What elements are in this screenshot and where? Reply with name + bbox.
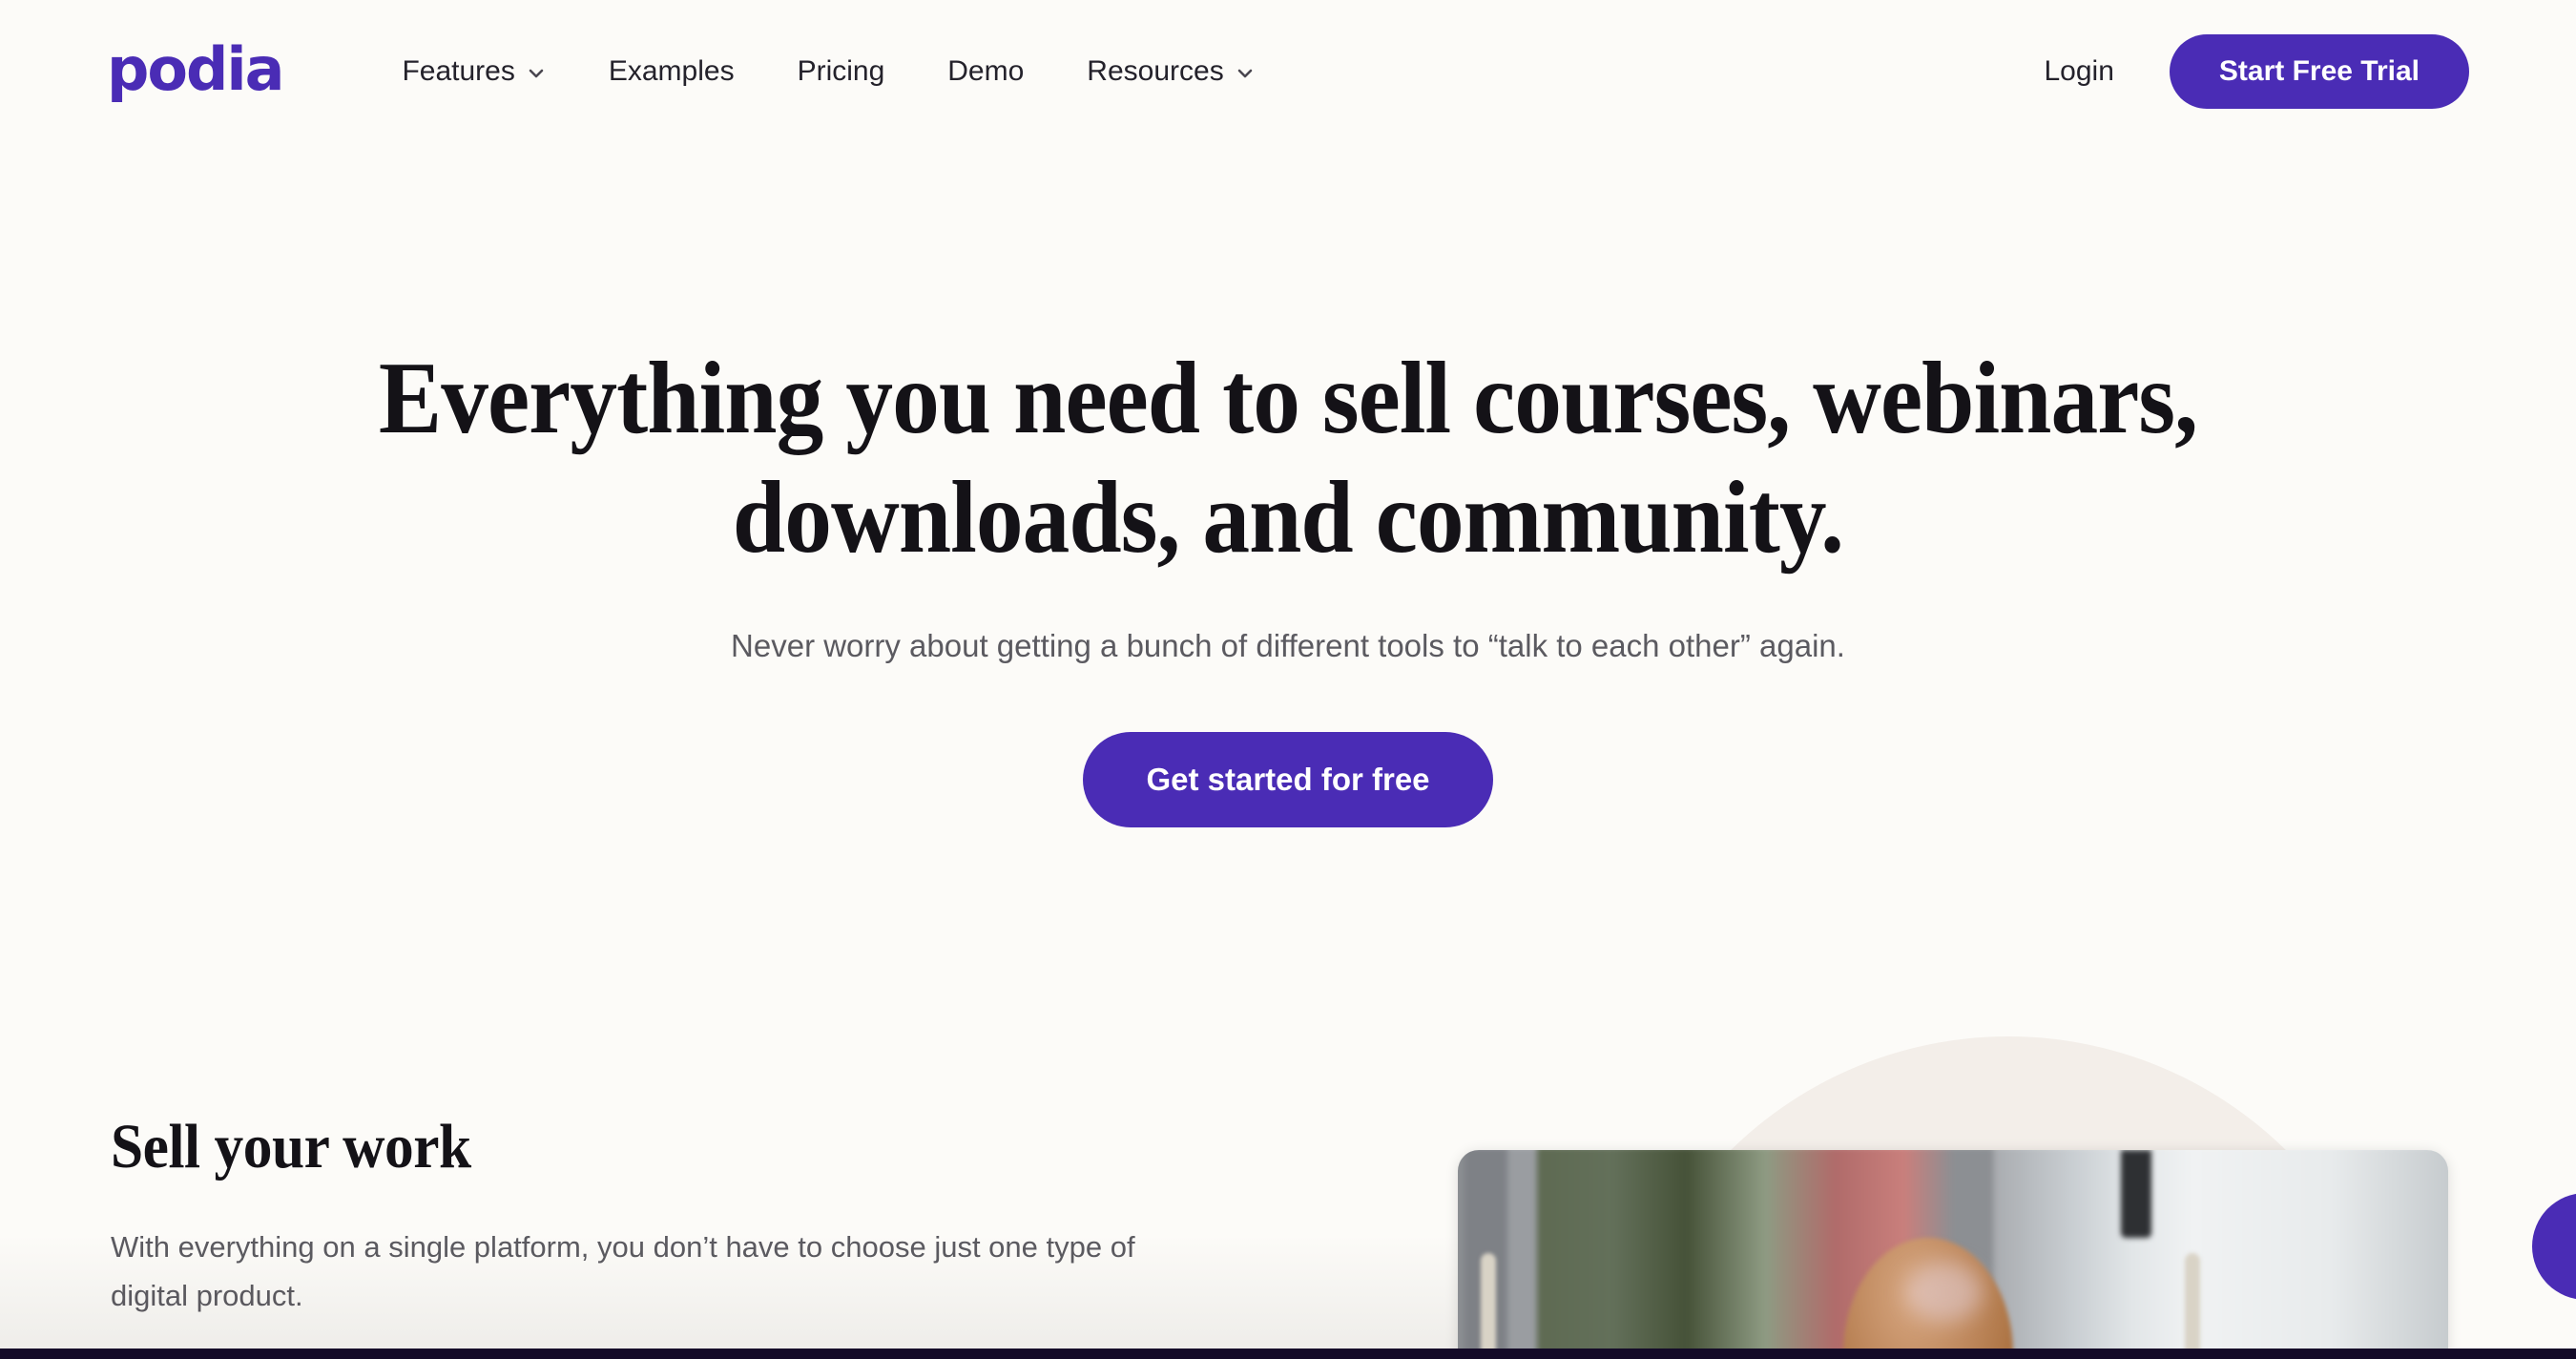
chevron-down-icon: [527, 64, 546, 83]
nav-item-label: Pricing: [797, 55, 885, 87]
window-frame-detail: [2121, 1150, 2151, 1238]
sell-your-work-copy: Sell your work With everything on a sing…: [111, 1112, 1246, 1321]
person-head-highlight: [1906, 1263, 1983, 1322]
login-link[interactable]: Login: [2016, 55, 2143, 88]
nav-item-label: Features: [402, 55, 515, 87]
get-started-for-free-button[interactable]: Get started for free: [1083, 732, 1493, 828]
nav-item-resources[interactable]: Resources: [1055, 55, 1285, 88]
page-bottom-bar: [0, 1349, 2576, 1359]
door-handle-left: [1481, 1253, 1496, 1358]
hero-subtitle: Never worry about getting a bunch of dif…: [731, 627, 1845, 663]
nav-item-demo[interactable]: Demo: [916, 55, 1055, 88]
sell-your-work-image-card: [1458, 1150, 2448, 1359]
nav-item-features[interactable]: Features: [370, 55, 576, 88]
podia-logo[interactable]: podia: [107, 40, 284, 99]
hero-title-line-2: downloads, and community.: [732, 461, 1844, 575]
sell-your-work-body: With everything on a single platform, yo…: [111, 1229, 1135, 1313]
page-title: Everything you need to sell courses, web…: [322, 339, 2254, 578]
chevron-down-icon: [1236, 64, 1255, 83]
start-free-trial-button[interactable]: Start Free Trial: [2169, 34, 2469, 109]
hero-title-line-1: Everything you need to sell courses, web…: [378, 342, 2198, 455]
nav-item-label: Resources: [1087, 55, 1224, 87]
nav-item-label: Demo: [947, 55, 1025, 87]
nav-item-examples[interactable]: Examples: [577, 55, 766, 88]
nav-item-pricing[interactable]: Pricing: [766, 55, 917, 88]
nav-item-label: Examples: [608, 55, 735, 87]
sell-your-work-heading: Sell your work: [111, 1112, 471, 1181]
main-navigation: Features Examples Pricing Demo Resources: [370, 55, 1285, 88]
site-header: podia Features Examples Pricing Demo Res…: [0, 0, 2576, 143]
hero-section: Everything you need to sell courses, web…: [0, 339, 2576, 828]
header-actions: Login Start Free Trial: [2016, 34, 2469, 109]
door-handle-right: [2185, 1253, 2200, 1358]
